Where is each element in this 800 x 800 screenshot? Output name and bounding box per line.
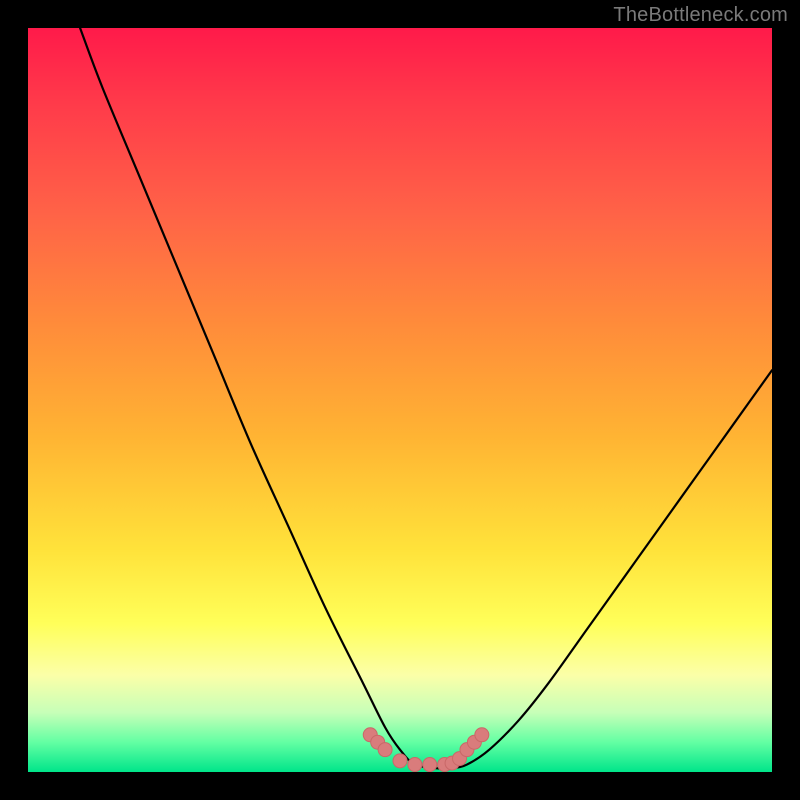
highlight-marker [378,743,392,757]
watermark-text: TheBottleneck.com [613,4,788,27]
highlight-marker [423,758,437,772]
highlight-marker [475,728,489,742]
highlight-markers [363,728,489,772]
highlight-marker [393,754,407,768]
highlight-marker [408,758,422,772]
chart-frame: TheBottleneck.com [0,0,800,800]
plot-area [28,28,772,772]
markers-layer [28,28,772,772]
